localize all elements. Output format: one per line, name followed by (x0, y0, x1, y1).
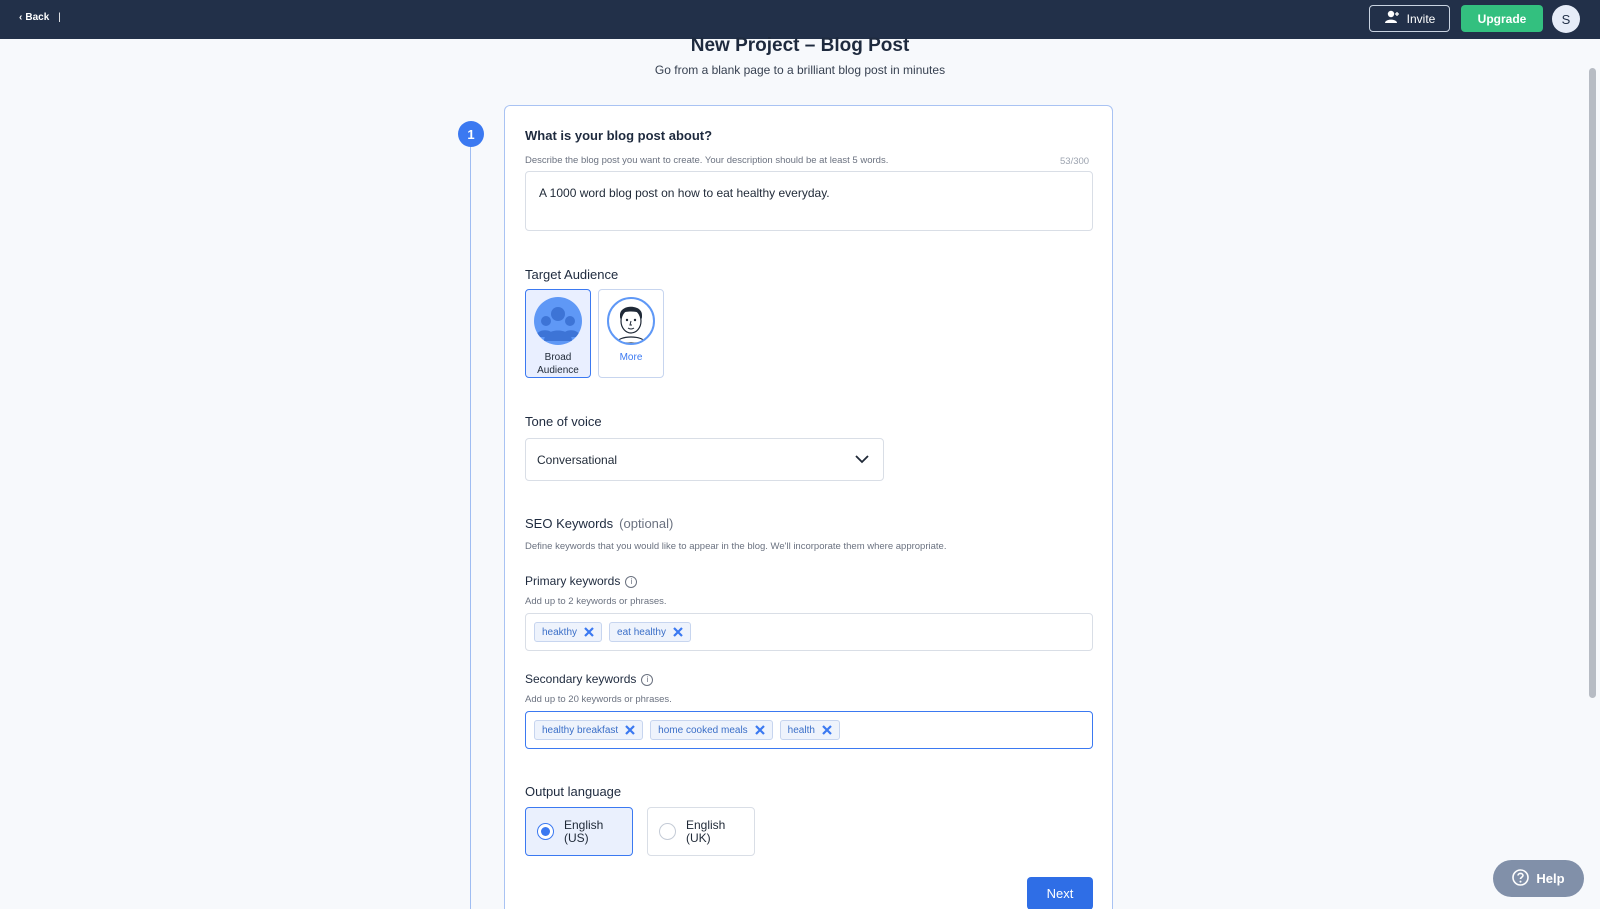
keyword-tag: health (779, 720, 840, 740)
audience-option-more[interactable]: More (598, 289, 664, 378)
invite-label: Invite (1406, 11, 1436, 26)
close-icon[interactable] (672, 626, 684, 638)
keyword-tag-label: health (787, 724, 815, 736)
help-button[interactable]: Help (1493, 860, 1584, 897)
language-option-region: (US) (564, 830, 589, 845)
chevron-down-icon (855, 453, 869, 467)
close-icon[interactable] (821, 724, 833, 736)
secondary-keywords-hint: Add up to 20 keywords or phrases. (525, 694, 672, 705)
keyword-tag: heakthy (534, 622, 603, 642)
close-icon[interactable] (624, 724, 636, 736)
seo-hint: Define keywords that you would like to a… (525, 541, 947, 552)
keyword-tag: eat healthy (609, 622, 691, 642)
language-option-en-us[interactable]: English (US) (525, 807, 633, 856)
keyword-tag-label: eat healthy (617, 626, 666, 638)
upgrade-button[interactable]: Upgrade (1461, 5, 1543, 32)
language-option-text: English (US) (564, 817, 604, 845)
language-option-region: (UK) (686, 830, 711, 845)
language-option-text: English (UK) (686, 817, 726, 845)
radio-button[interactable] (659, 823, 676, 840)
keyword-tag-label: home cooked meals (658, 724, 748, 736)
tone-select[interactable]: Conversational (525, 438, 884, 481)
secondary-keywords-label: Secondary keywords i (525, 672, 654, 686)
about-hint: Describe the blog post you want to creat… (525, 155, 889, 166)
language-option-name: English (686, 817, 726, 832)
step-line (470, 146, 471, 909)
secondary-keywords-label-text: Secondary keywords (525, 672, 637, 686)
next-button[interactable]: Next (1027, 877, 1093, 909)
seo-label: SEO Keywords (optional) (525, 516, 673, 531)
person-avatar-icon (607, 297, 655, 345)
close-icon[interactable] (754, 724, 766, 736)
help-label: Help (1536, 871, 1565, 886)
seo-label-text: SEO Keywords (525, 516, 614, 531)
user-plus-icon (1384, 10, 1400, 27)
about-counter: 53/300 (1060, 156, 1090, 167)
audience-label: Target Audience (525, 267, 619, 282)
user-avatar[interactable]: S (1552, 5, 1580, 33)
top-bar: ‹ Back | Invite Upgrade S (0, 0, 1600, 39)
keyword-tag: healthy breakfast (534, 720, 644, 740)
page-subtitle: Go from a blank page to a brilliant blog… (654, 63, 946, 77)
group-icon (534, 297, 582, 345)
audience-option-label: Broad Audience (537, 352, 579, 376)
audience-option-broad[interactable]: Broad Audience (525, 289, 591, 378)
chevron-left-icon: ‹ (19, 12, 23, 23)
tone-selected-value: Conversational (537, 452, 618, 467)
primary-keywords-hint: Add up to 2 keywords or phrases. (525, 596, 667, 607)
secondary-keywords-input[interactable]: healthy breakfast home cooked meals heal… (525, 711, 1093, 749)
keyword-tag-label: heakthy (542, 626, 578, 638)
invite-button[interactable]: Invite (1369, 5, 1450, 32)
page-title: New Project – Blog Post (690, 35, 910, 56)
about-textarea[interactable]: A 1000 word blog post on how to eat heal… (525, 171, 1093, 231)
back-label: Back (25, 12, 50, 23)
keyword-tag: home cooked meals (650, 720, 773, 740)
audience-option-label: More (619, 352, 643, 363)
step-number-badge: 1 (458, 121, 484, 147)
primary-keywords-label-text: Primary keywords (525, 574, 621, 588)
tone-label: Tone of voice (525, 414, 602, 429)
back-button[interactable]: ‹ Back | (19, 12, 61, 23)
scrollbar-thumb[interactable] (1589, 68, 1596, 698)
language-option-en-uk[interactable]: English (UK) (647, 807, 755, 856)
language-option-name: English (564, 817, 604, 832)
keyword-tag-label: healthy breakfast (542, 724, 619, 736)
info-icon[interactable]: i (641, 673, 654, 686)
primary-keywords-label: Primary keywords i (525, 574, 638, 588)
about-label: What is your blog post about? (525, 128, 713, 143)
question-circle-icon (1512, 868, 1530, 889)
language-label: Output language (525, 784, 622, 799)
close-icon[interactable] (583, 626, 595, 638)
radio-button[interactable] (537, 823, 554, 840)
primary-keywords-input[interactable]: heakthy eat healthy (525, 613, 1093, 651)
seo-optional: (optional) (619, 516, 674, 531)
info-icon[interactable]: i (625, 575, 638, 588)
back-separator: | (58, 12, 61, 23)
